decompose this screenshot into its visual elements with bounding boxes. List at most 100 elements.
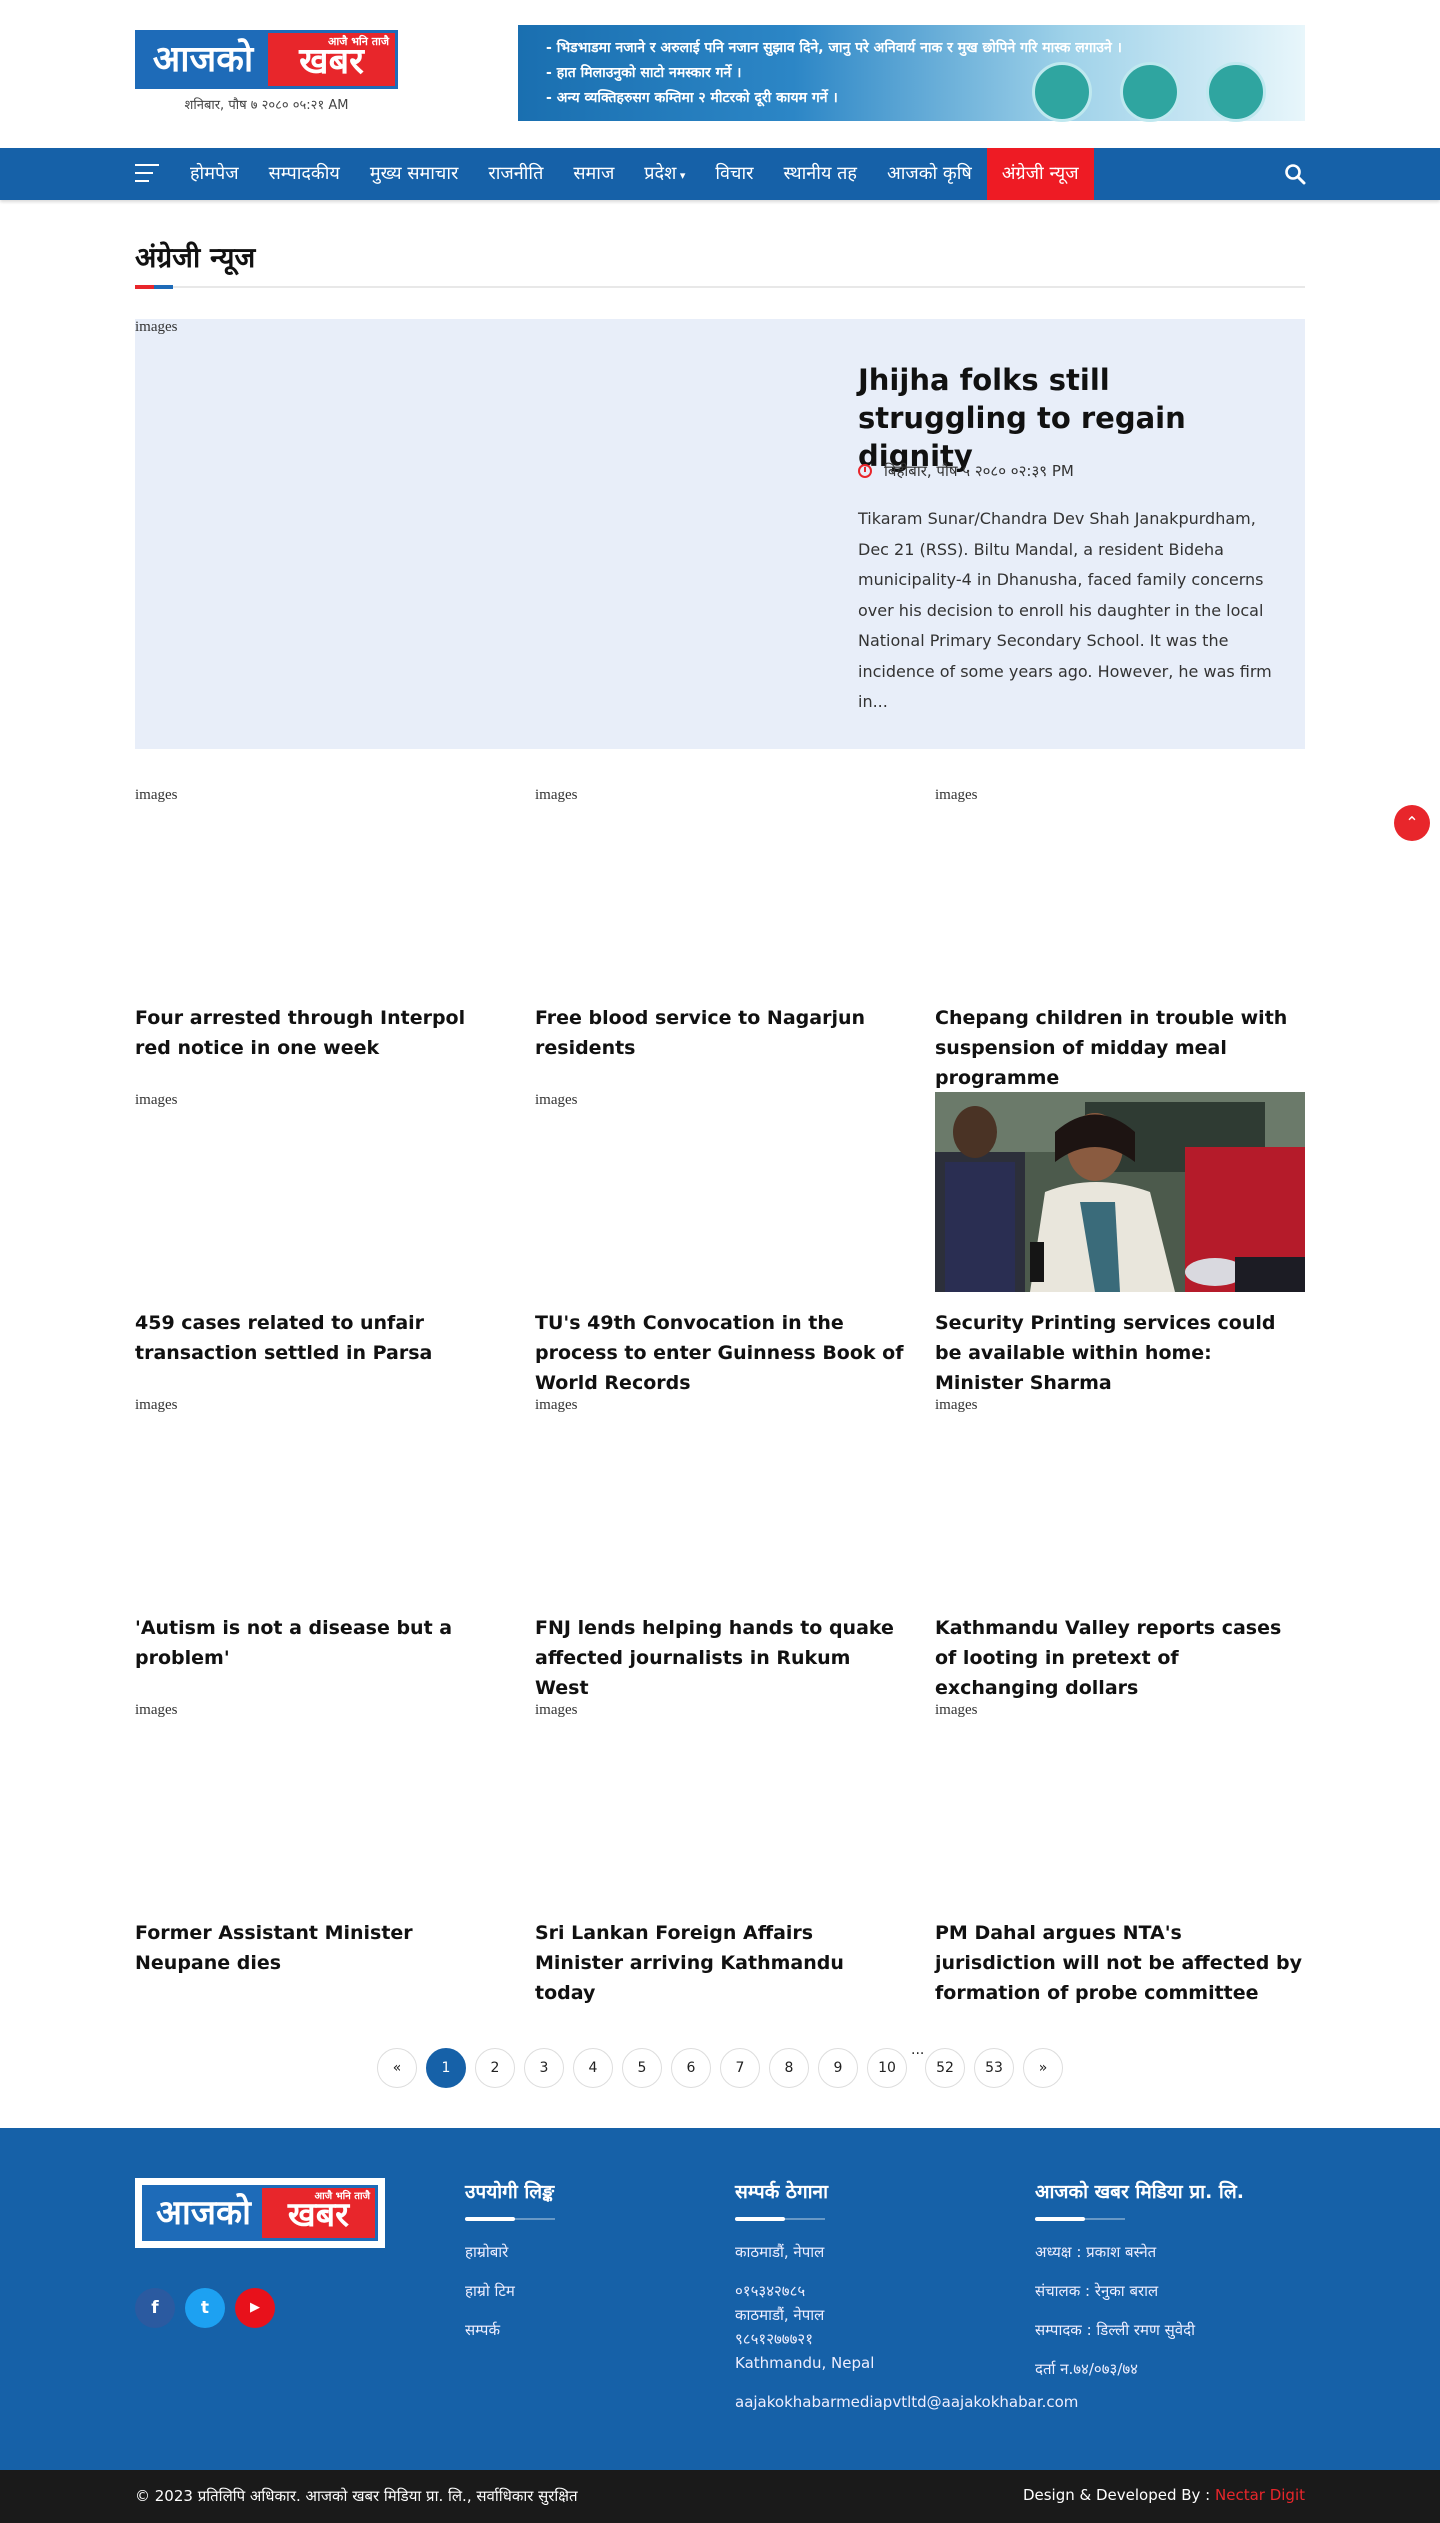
pagination-page-10[interactable]: 10 [867, 2048, 907, 2088]
article-image[interactable]: images [935, 1702, 1305, 1902]
nav-item-agriculture[interactable]: आजको कृषि [872, 148, 987, 200]
pagination-page-9[interactable]: 9 [818, 2048, 858, 2088]
footer-links-title: उपयोगी लिङ्क [465, 2181, 555, 2203]
footer-address: काठमाडौं, नेपाल [735, 2243, 825, 2261]
pagination-ellipsis: ... [911, 2042, 925, 2058]
footer-contact-line: Kathmandu, Nepal [735, 2354, 875, 2372]
article-image[interactable]: images [535, 787, 905, 987]
footer-phone[interactable]: ०१५३४२७८५ [735, 2279, 1078, 2303]
article-card[interactable]: images PM Dahal argues NTA's jurisdictio… [935, 1702, 1305, 2008]
article-card[interactable]: images Sri Lankan Foreign Affairs Minist… [535, 1702, 905, 2008]
article-title[interactable]: TU's 49th Convocation in the process to … [535, 1308, 905, 1398]
clock-icon [858, 464, 872, 478]
nav-item-editorial[interactable]: सम्पादकीय [254, 148, 355, 200]
article-card[interactable]: images Kathmandu Valley reports cases of… [935, 1397, 1305, 1703]
article-image[interactable]: images [135, 1092, 505, 1292]
article-title[interactable]: Security Printing services could be avai… [935, 1308, 1305, 1398]
youtube-icon[interactable]: ▶ [235, 2288, 275, 2328]
chevron-up-icon: ⌃ [1405, 813, 1419, 832]
footer-company-title: आजको खबर मिडिया प्रा. लि. [1035, 2181, 1244, 2203]
search-icon[interactable] [1284, 163, 1306, 185]
footer-link-about[interactable]: हाम्रोबारे [465, 2240, 555, 2264]
image-alt-text: images [535, 1397, 578, 1413]
article-image[interactable]: images [935, 787, 1305, 987]
footer-link-contact[interactable]: सम्पर्क [465, 2318, 555, 2342]
article-title[interactable]: 459 cases related to unfair transaction … [135, 1308, 505, 1368]
footer-mobile[interactable]: ९८५१२७७७२१ [735, 2327, 1078, 2351]
nav-item-society[interactable]: समाज [558, 148, 629, 200]
footer-email[interactable]: aajakokhabarmediapvtltd@aajakokhabar.com [735, 2390, 1078, 2414]
nav-item-province[interactable]: प्रदेश [629, 148, 700, 200]
hamburger-menu-icon[interactable] [135, 164, 159, 184]
footer-chairman: अध्यक्ष : प्रकाश बस्नेत [1035, 2243, 1157, 2261]
article-card[interactable]: images FNJ lends helping hands to quake … [535, 1397, 905, 1703]
site-logo[interactable]: आजको खबर आजै भनि ताजै [135, 30, 398, 89]
pagination-prev-button[interactable]: « [377, 2048, 417, 2088]
article-image[interactable]: images [535, 1092, 905, 1292]
article-card[interactable]: images 459 cases related to unfair trans… [135, 1092, 505, 1368]
featured-excerpt: Tikaram Sunar/Chandra Dev Shah Janakpurd… [858, 509, 1272, 711]
article-title[interactable]: Kathmandu Valley reports cases of lootin… [935, 1613, 1305, 1703]
article-title[interactable]: Chepang children in trouble with suspens… [935, 1003, 1305, 1093]
nav-item-opinion[interactable]: विचार [700, 148, 768, 200]
article-card[interactable]: Security Printing services could be avai… [935, 1092, 1305, 1398]
developer-link[interactable]: Nectar Digit [1215, 2486, 1305, 2504]
pagination-next-button[interactable]: » [1023, 2048, 1063, 2088]
nav-item-main-news[interactable]: मुख्य समाचार [355, 148, 474, 200]
pagination-page-8[interactable]: 8 [769, 2048, 809, 2088]
pagination-page-6[interactable]: 6 [671, 2048, 711, 2088]
twitter-icon[interactable]: t [185, 2288, 225, 2328]
minister-photo[interactable] [935, 1092, 1305, 1292]
article-image[interactable]: images [535, 1397, 905, 1597]
article-card[interactable]: images 'Autism is not a disease but a pr… [135, 1397, 505, 1673]
pagination-page-2[interactable]: 2 [475, 2048, 515, 2088]
article-title[interactable]: 'Autism is not a disease but a problem' [135, 1613, 505, 1673]
pagination-page-53[interactable]: 53 [974, 2048, 1014, 2088]
mask-illustration-icon [1032, 62, 1092, 122]
article-card[interactable]: images Former Assistant Minister Neupane… [135, 1702, 505, 1978]
article-image[interactable]: images [135, 1397, 505, 1597]
pagination-page-7[interactable]: 7 [720, 2048, 760, 2088]
logo-tagline: आजै भनि ताजै [314, 2191, 370, 2202]
pagination-page-4[interactable]: 4 [573, 2048, 613, 2088]
article-card[interactable]: images Free blood service to Nagarjun re… [535, 787, 905, 1063]
image-alt-text: images [935, 1397, 978, 1413]
article-image[interactable]: images [935, 1397, 1305, 1597]
pagination-page-52[interactable]: 52 [925, 2048, 965, 2088]
article-image[interactable]: images [135, 1702, 505, 1902]
nav-item-politics[interactable]: राजनीति [473, 148, 558, 200]
footer-link-team[interactable]: हाम्रो टिम [465, 2279, 555, 2303]
logo-text-left: आजको [156, 2193, 251, 2233]
article-title[interactable]: PM Dahal argues NTA's jurisdiction will … [935, 1918, 1305, 2008]
site-header: आजको खबर आजै भनि ताजै शनिबार, पौष ७ २०८०… [0, 0, 1440, 148]
nav-item-english-news[interactable]: अंग्रेजी न्यूज [986, 148, 1094, 200]
featured-image[interactable]: images [135, 319, 178, 336]
pagination-page-1[interactable]: 1 [426, 2048, 466, 2088]
article-image[interactable] [935, 1092, 1305, 1292]
article-title[interactable]: Sri Lankan Foreign Affairs Minister arri… [535, 1918, 905, 2008]
article-title[interactable]: Former Assistant Minister Neupane dies [135, 1918, 505, 1978]
article-card[interactable]: images Four arrested through Interpol re… [135, 787, 505, 1063]
image-alt-text: images [935, 1702, 978, 1718]
nav-item-local-level[interactable]: स्थानीय तह [769, 148, 872, 200]
article-image[interactable]: images [135, 787, 505, 987]
developer-credit: Design & Developed By : Nectar Digit [1023, 2486, 1305, 2504]
copyright-bar: © 2023 प्रतिलिपि अधिकार. आजको खबर मिडिया… [0, 2470, 1440, 2523]
article-card[interactable]: images Chepang children in trouble with … [935, 787, 1305, 1093]
logo-tagline: आजै भनि ताजै [327, 35, 389, 48]
facebook-icon[interactable]: f [135, 2288, 175, 2328]
article-card[interactable]: images TU's 49th Convocation in the proc… [535, 1092, 905, 1398]
pagination-page-5[interactable]: 5 [622, 2048, 662, 2088]
footer-logo[interactable]: आजको खबर आजै भनि ताजै [135, 2178, 385, 2248]
header-date: शनिबार, पौष ७ २०८० ०५:२१ AM [184, 98, 349, 113]
back-to-top-button[interactable]: ⌃ [1394, 805, 1430, 841]
featured-title[interactable]: Jhijha folks still struggling to regain … [858, 361, 1278, 475]
featured-article[interactable]: images Jhijha folks still struggling to … [135, 319, 1305, 749]
article-title[interactable]: Four arrested through Interpol red notic… [135, 1003, 505, 1063]
article-title[interactable]: FNJ lends helping hands to quake affecte… [535, 1613, 905, 1703]
article-title[interactable]: Free blood service to Nagarjun residents [535, 1003, 905, 1063]
nav-item-home[interactable]: होमपेज [175, 148, 254, 200]
article-image[interactable]: images [535, 1702, 905, 1902]
covid-advisory-banner[interactable]: भिडभाडमा नजाने र अरुलाई पनि नजान सुझाव द… [518, 25, 1305, 122]
pagination-page-3[interactable]: 3 [524, 2048, 564, 2088]
